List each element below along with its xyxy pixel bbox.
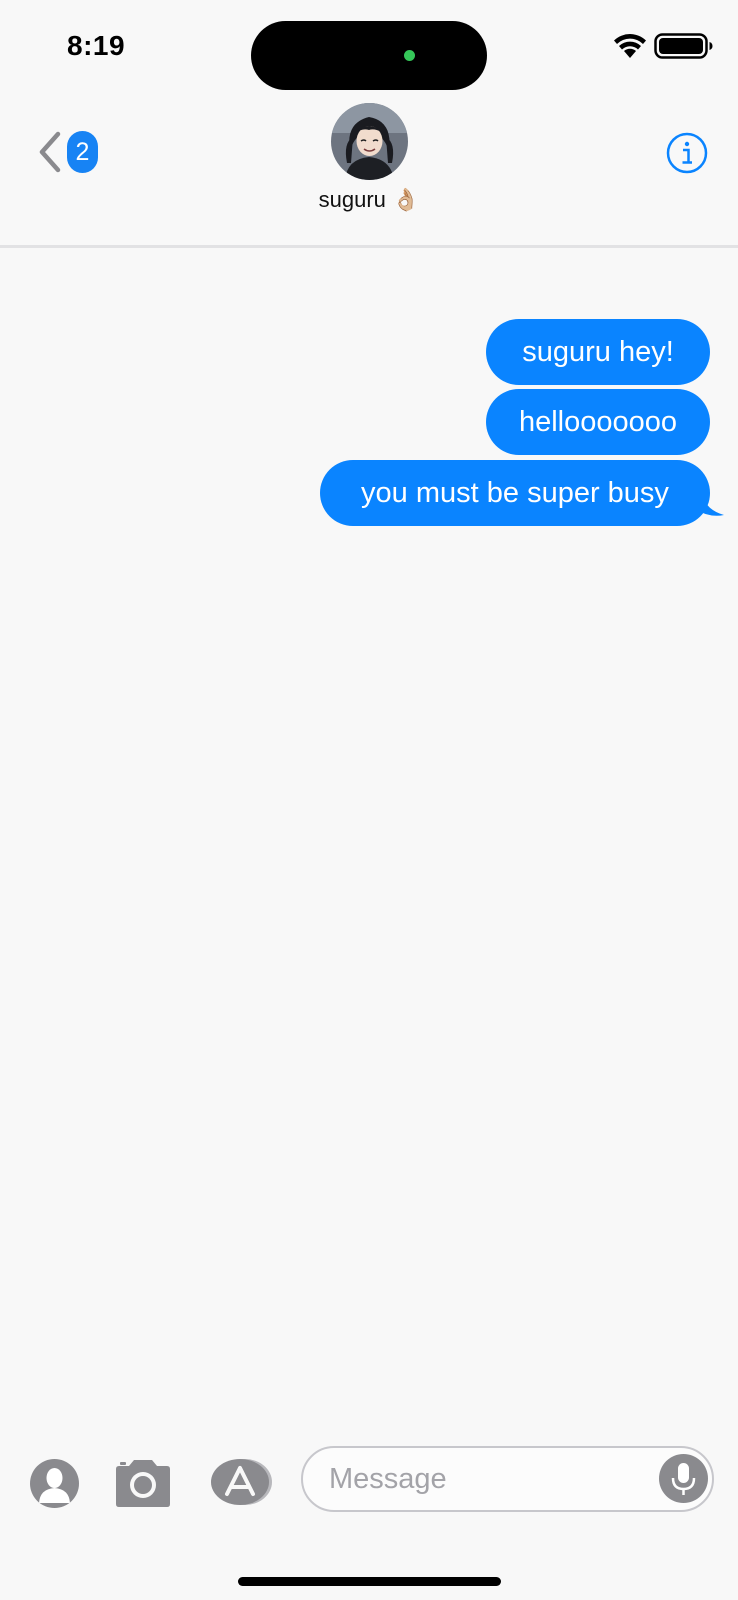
- wifi-icon: [614, 34, 646, 58]
- info-button[interactable]: [666, 132, 708, 174]
- message-input[interactable]: [329, 1448, 629, 1510]
- status-time: 8:19: [67, 30, 126, 61]
- microphone-icon: [671, 1463, 696, 1495]
- contact-avatar-photo: [331, 103, 408, 180]
- contact-name[interactable]: suguru 👌🏼: [0, 187, 738, 213]
- home-indicator[interactable]: [238, 1577, 501, 1586]
- message-bubble-outgoing[interactable]: hellooooooo: [486, 389, 710, 455]
- message-thread[interactable]: suguru hey! hellooooooo you must be supe…: [0, 248, 738, 1428]
- chevron-left-icon: [39, 131, 61, 173]
- camera-indicator-dot: [404, 50, 415, 61]
- message-composer: [0, 1428, 738, 1600]
- app-store-icon: [211, 1459, 272, 1505]
- camera-button[interactable]: [112, 1457, 174, 1509]
- battery-icon: [654, 33, 713, 59]
- app-store-button[interactable]: [209, 1457, 277, 1507]
- contact-button[interactable]: [30, 1459, 79, 1508]
- bubble-tail-icon: [695, 491, 724, 516]
- contact-icon: [39, 1468, 70, 1503]
- microphone-button[interactable]: [659, 1454, 708, 1503]
- message-input-container: [301, 1446, 714, 1512]
- message-bubble-outgoing[interactable]: you must be super busy: [320, 460, 710, 526]
- camera-icon: [116, 1460, 170, 1507]
- info-icon: [666, 132, 708, 174]
- status-bar: 8:19: [0, 0, 738, 95]
- contact-avatar[interactable]: [331, 103, 408, 180]
- dynamic-island: [251, 21, 487, 90]
- conversation-header: 2 suguru 👌🏼: [0, 95, 738, 248]
- unread-count-badge: 2: [67, 131, 98, 173]
- message-bubble-outgoing[interactable]: suguru hey!: [486, 319, 710, 385]
- back-button[interactable]: 2: [34, 130, 104, 180]
